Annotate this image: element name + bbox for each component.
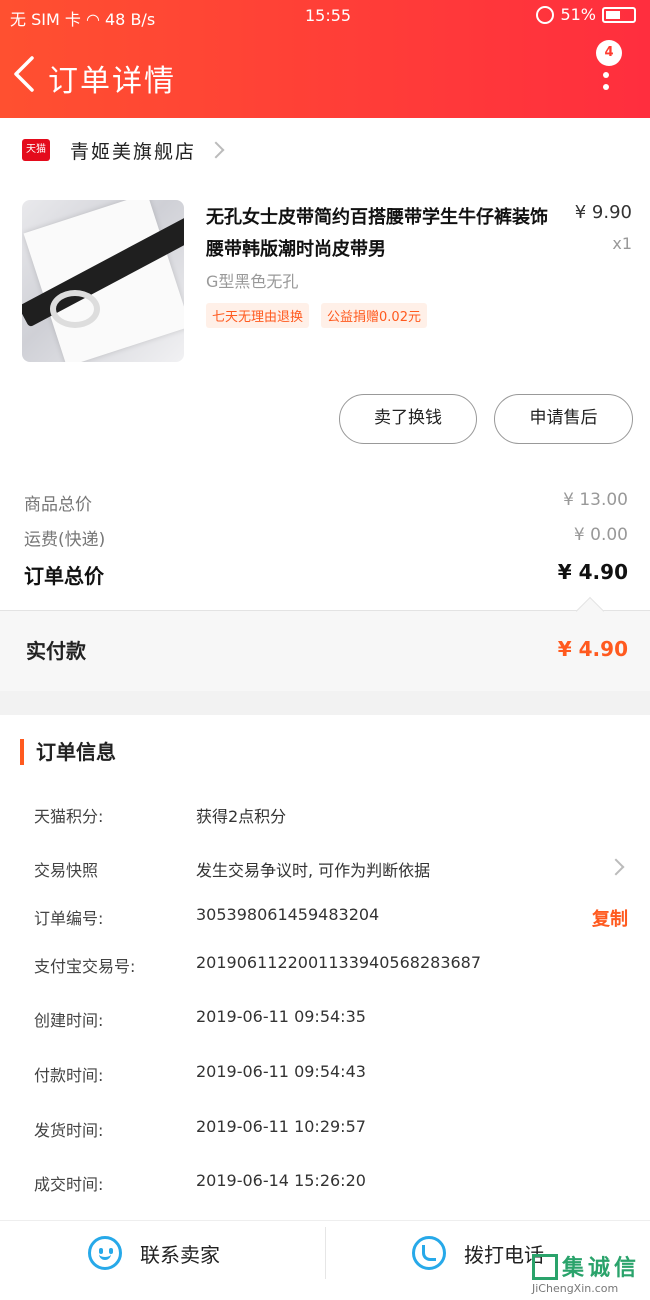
status-carrier: 无 SIM 卡 ◠ 48 B/s bbox=[10, 6, 155, 30]
product-tags: 七天无理由退换 公益捐赠0.02元 bbox=[206, 303, 427, 328]
product-quantity: x1 bbox=[612, 234, 632, 253]
message-count-badge: 4 bbox=[596, 40, 622, 66]
product-price: ¥ 9.90 bbox=[574, 202, 632, 223]
phone-icon bbox=[412, 1236, 446, 1270]
info-label: 创建时间: bbox=[34, 1011, 104, 1030]
goods-total-label: 商品总价 bbox=[24, 495, 92, 515]
product-image[interactable] bbox=[22, 200, 184, 362]
info-value: 2019-06-11 10:29:57 bbox=[196, 1117, 366, 1136]
paid-notch bbox=[575, 596, 605, 626]
product-name[interactable]: 无孔女士皮带简约百搭腰带学生牛仔裤装饰腰带韩版潮时尚皮带男 bbox=[206, 202, 561, 266]
chat-face-icon bbox=[88, 1236, 122, 1270]
info-value: 2019-06-11 09:54:43 bbox=[196, 1062, 366, 1081]
back-arrow-icon[interactable] bbox=[10, 54, 40, 94]
goods-total-value: ¥ 13.00 bbox=[563, 490, 628, 510]
order-info-card: 订单信息 天猫积分: 获得2点积分 交易快照 发生交易争议时, 可作为判断依据 … bbox=[0, 715, 650, 1220]
watermark-text: 集诚信 bbox=[532, 1250, 640, 1282]
info-label: 成交时间: bbox=[34, 1175, 104, 1194]
order-card: 天猫 青姬美旗舰店 无孔女士皮带简约百搭腰带学生牛仔裤装饰腰带韩版潮时尚皮带男 … bbox=[0, 118, 650, 691]
watermark-logo: 集诚信 JiChengXin.com bbox=[532, 1250, 650, 1300]
phone-handset bbox=[422, 1245, 436, 1261]
after-sale-button[interactable]: 申请售后 bbox=[494, 394, 633, 444]
copy-button[interactable]: 复制 bbox=[592, 905, 628, 931]
paid-label: 实付款 bbox=[26, 639, 86, 663]
store-link[interactable]: 天猫 青姬美旗舰店 bbox=[22, 136, 225, 164]
order-total-row: 订单总价 ¥ 4.90 bbox=[24, 560, 628, 589]
page-title: 订单详情 bbox=[48, 64, 176, 99]
watermark-box-icon bbox=[532, 1254, 558, 1280]
status-time: 15:55 bbox=[305, 6, 352, 25]
info-value: 获得2点积分 bbox=[196, 807, 287, 826]
call-button[interactable]: 拨打电话 bbox=[412, 1235, 544, 1271]
chevron-right-icon bbox=[607, 858, 625, 876]
paid-value: ¥ 4.90 bbox=[557, 637, 628, 661]
order-info-title: 订单信息 bbox=[20, 739, 116, 765]
carrier-text: 无 SIM 卡 bbox=[10, 10, 81, 29]
info-value: 2019061122001133940568283687 bbox=[196, 953, 482, 972]
shipping-label: 运费(快递) bbox=[24, 530, 106, 550]
network-speed: 48 B/s bbox=[105, 10, 156, 29]
contact-seller-label: 联系卖家 bbox=[140, 1242, 220, 1267]
goods-total-row: 商品总价 ¥ 13.00 bbox=[24, 490, 628, 515]
return-policy-tag: 七天无理由退换 bbox=[206, 303, 310, 328]
more-menu-button[interactable]: 4 bbox=[592, 40, 622, 94]
header: 无 SIM 卡 ◠ 48 B/s 15:55 51% 订单详情 4 bbox=[0, 0, 650, 118]
tmall-logo-icon: 天猫 bbox=[22, 139, 50, 161]
rotation-lock-icon bbox=[536, 5, 555, 24]
watermark-name: 集诚信 bbox=[562, 1256, 641, 1281]
more-dot-icon bbox=[603, 72, 609, 78]
info-value: 305398061459483204 bbox=[196, 905, 380, 924]
battery-percent: 51% bbox=[560, 5, 596, 24]
info-label: 付款时间: bbox=[34, 1066, 104, 1085]
more-dot-icon bbox=[603, 84, 609, 90]
shipping-row: 运费(快递) ¥ 0.00 bbox=[24, 525, 628, 550]
info-label: 发货时间: bbox=[34, 1121, 104, 1140]
status-bar: 无 SIM 卡 ◠ 48 B/s 15:55 51% bbox=[0, 0, 650, 34]
info-value: 2019-06-11 09:54:35 bbox=[196, 1007, 366, 1026]
info-label: 交易快照 bbox=[34, 861, 99, 880]
charity-tag: 公益捐赠0.02元 bbox=[321, 303, 427, 328]
store-name: 青姬美旗舰店 bbox=[70, 140, 197, 163]
product-image-buckle bbox=[50, 290, 100, 328]
paid-section: 实付款 ¥ 4.90 bbox=[0, 596, 650, 691]
info-label: 订单编号: bbox=[34, 909, 104, 928]
watermark-url: JiChengXin.com bbox=[532, 1282, 619, 1295]
wifi-icon: ◠ bbox=[85, 10, 105, 29]
face-mouth bbox=[99, 1253, 111, 1260]
info-label: 支付宝交易号: bbox=[34, 957, 136, 976]
info-value: 2019-06-14 15:26:20 bbox=[196, 1171, 366, 1190]
contact-seller-button[interactable]: 联系卖家 bbox=[88, 1235, 220, 1271]
info-label: 天猫积分: bbox=[34, 807, 104, 826]
chevron-right-icon bbox=[207, 141, 225, 159]
bottom-divider bbox=[325, 1227, 326, 1279]
order-total-label: 订单总价 bbox=[24, 564, 104, 588]
info-value: 发生交易争议时, 可作为判断依据 bbox=[196, 861, 431, 880]
shipping-value: ¥ 0.00 bbox=[573, 525, 628, 545]
battery-icon bbox=[602, 6, 636, 23]
order-total-value: ¥ 4.90 bbox=[557, 560, 628, 584]
sell-button[interactable]: 卖了换钱 bbox=[339, 394, 477, 444]
product-sku: G型黑色无孔 bbox=[206, 272, 299, 291]
status-right: 51% bbox=[536, 5, 636, 24]
